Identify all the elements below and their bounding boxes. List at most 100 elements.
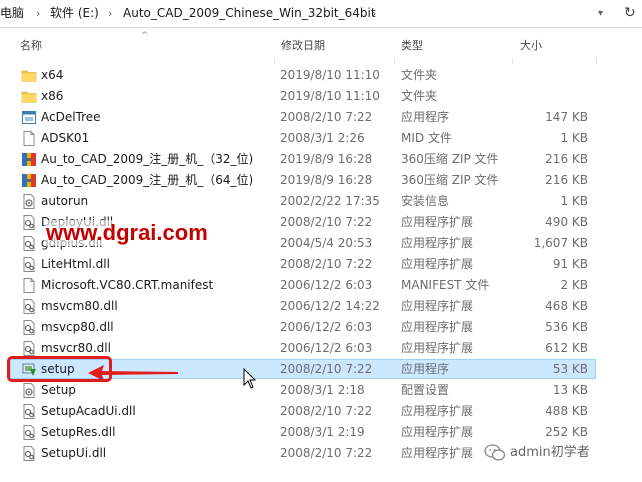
file-row[interactable]: Setup 2008/3/1 2:18 配置设置 13 KB bbox=[0, 380, 642, 401]
file-name: msvcp80.dll bbox=[41, 320, 114, 334]
file-size: 1 KB bbox=[560, 131, 588, 145]
file-row[interactable]: Au_to_CAD_2009_注_册_机_（64_位) 2019/8/9 16:2… bbox=[0, 170, 642, 191]
sort-ascending-icon: ^ bbox=[141, 31, 149, 41]
breadcrumb-separator-icon: › bbox=[36, 7, 41, 20]
file-row[interactable]: SetupRes.dll 2008/3/1 2:19 应用程序扩展 252 KB bbox=[0, 422, 642, 443]
file-type: 应用程序扩展 bbox=[401, 341, 474, 355]
file-name: Setup bbox=[41, 383, 76, 397]
file-name: SetupAcadUi.dll bbox=[41, 404, 136, 418]
mouse-cursor-icon bbox=[243, 368, 257, 389]
file-name: autorun bbox=[41, 194, 89, 208]
file-name: Au_to_CAD_2009_注_册_机_（64_位) bbox=[41, 173, 254, 187]
breadcrumb-drive[interactable]: 软件 (E:) bbox=[50, 0, 99, 27]
file-date: 2006/12/2 6:03 bbox=[280, 278, 373, 292]
column-header-bar: ^ 名称 修改日期 类型 大小 bbox=[0, 28, 642, 64]
file-type: 应用程序扩展 bbox=[401, 446, 474, 460]
file-size: 53 KB bbox=[552, 362, 588, 376]
file-date: 2008/2/10 7:22 bbox=[280, 215, 373, 229]
file-size: 2 KB bbox=[560, 278, 588, 292]
file-date: 2006/12/2 14:22 bbox=[280, 299, 380, 313]
file-date: 2019/8/9 16:28 bbox=[280, 173, 373, 187]
column-header-type[interactable]: 类型 bbox=[401, 28, 423, 64]
file-type: 应用程序扩展 bbox=[401, 320, 474, 334]
file-type: MANIFEST 文件 bbox=[401, 278, 490, 292]
file-date: 2006/12/2 6:03 bbox=[280, 341, 373, 355]
file-name: ADSK01 bbox=[41, 131, 90, 145]
file-type: 应用程序扩展 bbox=[401, 404, 474, 418]
file-size bbox=[513, 65, 588, 86]
file-size: 1,607 KB bbox=[533, 236, 588, 250]
file-size: 468 KB bbox=[545, 299, 588, 313]
file-date: 2008/2/10 7:22 bbox=[280, 362, 373, 376]
file-row[interactable]: ADSK01 2008/3/1 2:26 MID 文件 1 KB bbox=[0, 128, 642, 149]
red-arrow-icon bbox=[88, 365, 178, 381]
file-type: 应用程序扩展 bbox=[401, 425, 474, 439]
breadcrumb-separator-icon: › bbox=[108, 7, 113, 20]
column-header-date[interactable]: 修改日期 bbox=[281, 28, 325, 64]
file-date: 2019/8/10 11:10 bbox=[280, 68, 380, 82]
file-size: 13 KB bbox=[552, 383, 588, 397]
file-row[interactable]: LiteHtml.dll 2008/2/10 7:22 应用程序扩展 91 KB bbox=[0, 254, 642, 275]
file-date: 2008/3/1 2:26 bbox=[280, 131, 365, 145]
column-divider[interactable] bbox=[274, 58, 275, 64]
file-date: 2008/2/10 7:22 bbox=[280, 110, 373, 124]
breadcrumb-separator-icon: › bbox=[372, 7, 377, 20]
file-type: 应用程序 bbox=[401, 110, 450, 124]
file-size: 490 KB bbox=[545, 215, 588, 229]
address-dropdown-icon[interactable]: ▾ bbox=[598, 0, 603, 27]
file-size: 91 KB bbox=[552, 257, 588, 271]
file-size bbox=[513, 86, 588, 107]
file-row[interactable]: Au_to_CAD_2009_注_册_机_（32_位) 2019/8/9 16:2… bbox=[0, 149, 642, 170]
file-name: x86 bbox=[41, 89, 64, 103]
file-type: 文件夹 bbox=[401, 68, 438, 82]
column-divider[interactable] bbox=[596, 58, 597, 64]
refresh-icon[interactable]: ↻ bbox=[624, 0, 636, 27]
file-size: 252 KB bbox=[545, 425, 588, 439]
file-row[interactable]: x86 2019/8/10 11:10 文件夹 bbox=[0, 86, 642, 107]
file-size: 1 KB bbox=[560, 194, 588, 208]
file-date: 2008/3/1 2:18 bbox=[280, 383, 365, 397]
file-name: LiteHtml.dll bbox=[41, 257, 110, 271]
file-date: 2019/8/9 16:28 bbox=[280, 152, 373, 166]
file-name: x64 bbox=[41, 68, 64, 82]
file-type: 应用程序扩展 bbox=[401, 257, 474, 271]
file-date: 2008/2/10 7:22 bbox=[280, 404, 373, 418]
file-type: 应用程序扩展 bbox=[401, 299, 474, 313]
file-size: 216 KB bbox=[545, 152, 588, 166]
address-bar[interactable]: 电脑 › 软件 (E:) › Auto_CAD_2009_Chinese_Win… bbox=[0, 0, 642, 28]
column-divider[interactable] bbox=[512, 58, 513, 64]
column-header-name[interactable]: 名称 bbox=[20, 28, 42, 64]
file-size: 147 KB bbox=[545, 110, 588, 124]
breadcrumb-folder[interactable]: Auto_CAD_2009_Chinese_Win_32bit_64bit bbox=[123, 0, 376, 27]
wechat-icon bbox=[484, 444, 506, 461]
column-divider[interactable] bbox=[394, 58, 395, 64]
file-name: Microsoft.VC80.CRT.manifest bbox=[41, 278, 214, 292]
file-date: 2008/2/10 7:22 bbox=[280, 446, 373, 460]
file-type: MID 文件 bbox=[401, 131, 452, 145]
file-type: 应用程序扩展 bbox=[401, 215, 474, 229]
file-name: SetupRes.dll bbox=[41, 425, 116, 439]
file-name: msvcm80.dll bbox=[41, 299, 118, 313]
file-row[interactable]: SetupAcadUi.dll 2008/2/10 7:22 应用程序扩展 488 K… bbox=[0, 401, 642, 422]
file-row[interactable]: x64 2019/8/10 11:10 文件夹 bbox=[0, 65, 642, 86]
file-type: 应用程序扩展 bbox=[401, 236, 474, 250]
breadcrumb-computer[interactable]: 电脑 bbox=[0, 0, 24, 27]
file-row[interactable]: msvcp80.dll 2006/12/2 6:03 应用程序扩展 536 KB bbox=[0, 317, 642, 338]
file-row[interactable]: autorun 2002/2/22 17:35 安装信息 1 KB bbox=[0, 191, 642, 212]
file-size: 536 KB bbox=[545, 320, 588, 334]
file-date: 2008/2/10 7:22 bbox=[280, 257, 373, 271]
file-row[interactable]: Microsoft.VC80.CRT.manifest 2006/12/2 6:0… bbox=[0, 275, 642, 296]
file-row[interactable]: AcDelTree 2008/2/10 7:22 应用程序 147 KB bbox=[0, 107, 642, 128]
file-date: 2006/12/2 6:03 bbox=[280, 320, 373, 334]
file-type: 360压缩 ZIP 文件 bbox=[401, 173, 499, 187]
wechat-watermark-text: admin初学者 bbox=[510, 445, 590, 460]
file-list: x64 2019/8/10 11:10 文件夹 x86 2019/8/10 11:10 文… bbox=[0, 65, 642, 464]
file-size: 216 KB bbox=[545, 173, 588, 187]
file-type: 应用程序 bbox=[401, 362, 450, 376]
column-header-size[interactable]: 大小 bbox=[520, 28, 542, 64]
file-type: 安装信息 bbox=[401, 194, 450, 208]
file-size: 612 KB bbox=[545, 341, 588, 355]
file-type: 360压缩 ZIP 文件 bbox=[401, 152, 499, 166]
site-watermark: www.dgrai.com bbox=[44, 220, 210, 246]
file-row[interactable]: msvcm80.dll 2006/12/2 14:22 应用程序扩展 468 KB bbox=[0, 296, 642, 317]
